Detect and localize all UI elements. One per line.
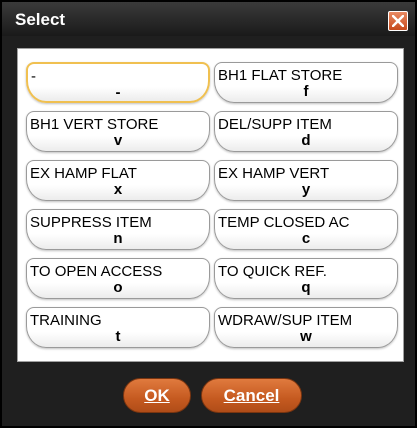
option-key: x xyxy=(113,181,123,198)
option-ex-hamp-flat[interactable]: EX HAMP FLAT x xyxy=(26,160,210,201)
option-key: o xyxy=(113,279,123,296)
close-button[interactable] xyxy=(388,11,408,31)
dialog-title: Select xyxy=(15,10,66,29)
option-key: t xyxy=(115,328,121,345)
options-panel: - - BH1 FLAT STORE f BH1 VERT STORE v DE… xyxy=(17,48,404,362)
ok-button[interactable]: OK xyxy=(123,378,191,413)
option-key: d xyxy=(301,132,311,149)
option-key: v xyxy=(113,132,123,149)
option-label: TO QUICK REF. xyxy=(218,263,327,280)
close-x-icon xyxy=(392,15,404,27)
option-temp-closed-ac[interactable]: TEMP CLOSED AC c xyxy=(214,209,398,250)
option-label: TEMP CLOSED AC xyxy=(218,214,350,231)
option-label: DEL/SUPP ITEM xyxy=(218,116,332,133)
option-key: - xyxy=(115,84,121,101)
option-wdraw-sup-item[interactable]: WDRAW/SUP ITEM w xyxy=(214,307,398,348)
select-dialog: Select - - BH1 FLAT STORE f BH1 VERT STO… xyxy=(0,0,417,428)
option-label: TRAINING xyxy=(30,312,102,329)
option-del-supp-item[interactable]: DEL/SUPP ITEM d xyxy=(214,111,398,152)
option-key: q xyxy=(301,279,311,296)
option-label: BH1 FLAT STORE xyxy=(218,67,343,84)
option-dash[interactable]: - - xyxy=(26,62,210,103)
option-label: - xyxy=(31,68,36,85)
option-to-quick-ref[interactable]: TO QUICK REF. q xyxy=(214,258,398,299)
option-training[interactable]: TRAINING t xyxy=(26,307,210,348)
option-label: EX HAMP FLAT xyxy=(30,165,137,182)
option-label: EX HAMP VERT xyxy=(218,165,330,182)
option-key: w xyxy=(300,328,312,345)
option-label: WDRAW/SUP ITEM xyxy=(218,312,353,329)
cancel-button[interactable]: Cancel xyxy=(201,378,302,413)
option-label: TO OPEN ACCESS xyxy=(30,263,163,280)
title-bar[interactable]: Select xyxy=(2,2,415,36)
option-ex-hamp-vert[interactable]: EX HAMP VERT y xyxy=(214,160,398,201)
option-key: n xyxy=(113,230,123,247)
option-suppress-item[interactable]: SUPPRESS ITEM n xyxy=(26,209,210,250)
option-key: c xyxy=(301,230,311,247)
option-to-open-access[interactable]: TO OPEN ACCESS o xyxy=(26,258,210,299)
option-key: y xyxy=(301,181,311,198)
option-key: f xyxy=(303,83,309,100)
option-bh1-vert-store[interactable]: BH1 VERT STORE v xyxy=(26,111,210,152)
option-bh1-flat-store[interactable]: BH1 FLAT STORE f xyxy=(214,62,398,103)
option-label: SUPPRESS ITEM xyxy=(30,214,152,231)
option-label: BH1 VERT STORE xyxy=(30,116,159,133)
